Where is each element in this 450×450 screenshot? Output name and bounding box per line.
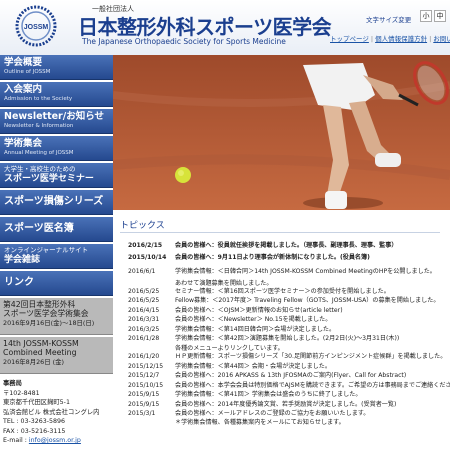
nav-label: Newsletter/お知らせ <box>4 111 105 122</box>
sidebar: 学会概要 Outline of JOSSM 入会案内 Admission to … <box>0 55 113 450</box>
news-date: 2015/9/15 <box>128 401 160 408</box>
news-text[interactable]: 学術集会情報：＜第41回＞ 学術集会は盛会のうちに終了しました。 <box>175 391 361 399</box>
nav-sublabel: Annual Meeting of JOSSM <box>4 150 74 156</box>
nav-label: スポーツ医学セミナー <box>4 174 94 184</box>
meeting-date: 2016年8月26日 (金) <box>3 358 65 366</box>
top-links: トップページ|個人情報保護方針|お問い合わせ <box>330 33 450 43</box>
news-text[interactable]: 各種のメニューよりリンクしています。 <box>175 345 284 353</box>
office-line: TEL : 03-3263-5896 <box>3 418 66 425</box>
meeting-title: スポーツ医学会学術集会 <box>3 309 89 318</box>
meeting-banner-42nd[interactable]: 第42回日本整形外科 スポーツ医学会学術集会 2016年9月16日(金)～18日… <box>0 298 113 335</box>
nav-label: リンク <box>4 277 34 288</box>
news-date: 2015/12/7 <box>128 372 160 379</box>
news-date: 2016/6/1 <box>128 268 156 275</box>
news-text[interactable]: 学術集会情報：＜第14回日韓合同＞会場が決定しました。 <box>175 326 335 334</box>
nav-sublabel: Outline of JOSSM <box>4 69 51 75</box>
news-text[interactable]: 会員の皆様へ：＜OJSM＞更新情報のお知らせ(article letter) <box>175 307 343 315</box>
svg-text:JOSSM: JOSSM <box>24 24 49 31</box>
nav-sublabel: オンラインジャーナルサイト <box>4 246 89 254</box>
news-text[interactable]: 学術集会情報：＜日韓合同＞14th JOSSM-KOSSM Combined M… <box>175 268 436 276</box>
news-date: 2015/10/15 <box>128 382 164 389</box>
news-text[interactable]: Fellow募集：＜2017年度＞ Traveling Fellow（GOTS、… <box>175 297 439 305</box>
email-label: E-mail : <box>3 437 29 444</box>
nav-injury-series[interactable]: スポーツ損傷シリーズ <box>0 190 113 215</box>
news-text[interactable]: 会員の皆様へ：2016 APKASS & 13th JFOSMAのご案内(Fly… <box>175 372 406 380</box>
office-info: 事務局 〒102-8481 東京都千代田区麹町5-1 弘済会館ビル 株式会社コン… <box>0 376 113 449</box>
news-date: 2016/1/28 <box>128 335 160 342</box>
nav-annual-meeting[interactable]: 学術集会 Annual Meeting of JOSSM <box>0 136 113 161</box>
news-text[interactable]: ＨＰ更新情報：スポーツ損傷シリーズ「30.足関節前方インピンジメント症候群」を掲… <box>175 353 446 361</box>
meeting-title: 第42回日本整形外科 <box>3 300 76 309</box>
font-small-button[interactable]: 小 <box>420 10 432 22</box>
office-line: 東京都千代田区麹町5-1 <box>3 399 70 406</box>
nav-admission[interactable]: 入会案内 Admission to the Society <box>0 82 113 107</box>
news-text[interactable]: 学術集会情報：＜第44回＞ 会期・会場が決定しました。 <box>175 363 331 371</box>
news-text[interactable]: 会員の皆様へ：9月11日より理事会が新体制になりました。(役員名簿) <box>175 254 370 262</box>
news-date: 2016/1/20 <box>128 353 160 360</box>
news-text[interactable]: 会員の皆様へ：メールアドレスのご登録のご協力をお願いいたします。 <box>175 410 369 418</box>
news-text[interactable]: 学術集会情報：＜第42回＞演題募集を開始しました。(2月2日(火)～3月31日(… <box>175 335 399 343</box>
news-date: 2016/2/15 <box>128 242 163 249</box>
meeting-title: Combined Meeting <box>3 348 77 357</box>
nav-label: 学会雑誌 <box>4 255 41 265</box>
news-date: 2016/3/25 <box>128 326 160 333</box>
top-page-link[interactable]: トップページ <box>330 35 369 43</box>
news-text[interactable]: 会員の皆様へ：本学会会員は特別価格でAJSMを購読できます。ご希望の方は事務局ま… <box>175 382 450 390</box>
topics-heading: トピックス <box>120 221 165 231</box>
nav-sublabel: 大学生・高校生のための <box>4 165 76 173</box>
office-email-row: E-mail : info@jossm.or.jp <box>3 436 110 446</box>
news-date: 2015/9/15 <box>128 391 160 398</box>
office-line: FAX : 03-5216-3115 <box>3 427 66 435</box>
jossm-logo-icon[interactable]: JOSSM <box>6 4 74 48</box>
meeting-banner-kossm[interactable]: 14th JOSSM-KOSSM Combined Meeting 2016年8… <box>0 337 113 374</box>
font-size-label: 文字サイズ変更 <box>366 16 412 24</box>
site-title[interactable]: 日本整形外科スポーツ医学会 <box>78 11 332 40</box>
nav-seminar[interactable]: 大学生・高校生のための スポーツ医学セミナー <box>0 163 113 188</box>
nav-sublabel: Newsletter & Information <box>4 123 74 129</box>
news-date: 2016/5/25 <box>128 297 160 304</box>
tennis-player-photo <box>113 55 450 210</box>
office-heading: 事務局 <box>3 380 22 387</box>
main-content: トピックス 2016/2/15 会員の皆様へ：役員就任挨拶を掲載しました。（理事長… <box>113 210 450 450</box>
news-text[interactable]: あわせて演題募集を開始しました。 <box>175 280 273 288</box>
nav-label: 入会案内 <box>4 84 43 95</box>
office-line: 弘済会館ビル 株式会社コングレ内 <box>3 408 100 416</box>
topics-divider <box>120 232 440 233</box>
privacy-policy-link[interactable]: 個人情報保護方針 <box>375 35 427 43</box>
meeting-title: 14th JOSSM-KOSSM <box>3 339 79 348</box>
news-date: 2015/12/15 <box>128 363 164 370</box>
news-date: 2015/10/14 <box>128 254 167 261</box>
nav-label: 学会概要 <box>4 57 43 68</box>
nav-label: スポーツ損傷シリーズ <box>4 196 104 207</box>
office-email-link[interactable]: info@jossm.or.jp <box>29 437 81 444</box>
news-text[interactable]: 会員の皆様へ：役員就任挨拶を掲載しました。（理事長、副理事長、理事、監事） <box>175 242 397 250</box>
hero-image <box>113 55 450 210</box>
news-date: 2015/3/1 <box>128 410 156 417</box>
nav-label: スポーツ医名簿 <box>4 223 74 234</box>
news-date: 2016/3/31 <box>128 316 160 323</box>
nav-doctor-list[interactable]: スポーツ医名簿 <box>0 217 113 242</box>
nav-label: 学術集会 <box>4 138 43 149</box>
nav-outline[interactable]: 学会概要 Outline of JOSSM <box>0 55 113 80</box>
contact-link[interactable]: お問い合わせ <box>433 35 450 43</box>
nav-journal[interactable]: オンラインジャーナルサイト 学会雑誌 <box>0 244 113 269</box>
office-line: 〒102-8481 <box>3 389 40 397</box>
news-date: 2016/4/15 <box>128 307 160 314</box>
nav-newsletter[interactable]: Newsletter/お知らせ Newsletter & Information <box>0 109 113 134</box>
meeting-date: 2016年9月16日(金)～18日(日) <box>3 319 95 327</box>
news-text[interactable]: ＊学術集会情報、各種募集案内をメールにてお知らせします。 <box>175 419 345 427</box>
news-text[interactable]: セミナー情報：＜第16回スポーツ医学セミナー＞の参加受付を開始しました。 <box>175 288 390 296</box>
news-text[interactable]: 会員の皆様へ：2014年度優秀論文賞、若手奨励賞が決定しました。(受賞者一覧) <box>175 401 396 409</box>
news-date: 2016/5/25 <box>128 288 160 295</box>
nav-sublabel: Admission to the Society <box>4 96 73 102</box>
nav-links[interactable]: リンク <box>0 271 113 296</box>
site-title-english: The Japanese Orthopaedic Society for Spo… <box>82 37 286 46</box>
font-medium-button[interactable]: 中 <box>434 10 446 22</box>
news-text[interactable]: 会員の皆様へ：＜Newsletter＞ No.15を掲載しました。 <box>175 316 331 324</box>
site-header: JOSSM 一般社団法人 日本整形外科スポーツ医学会 The Japanese … <box>0 0 450 55</box>
